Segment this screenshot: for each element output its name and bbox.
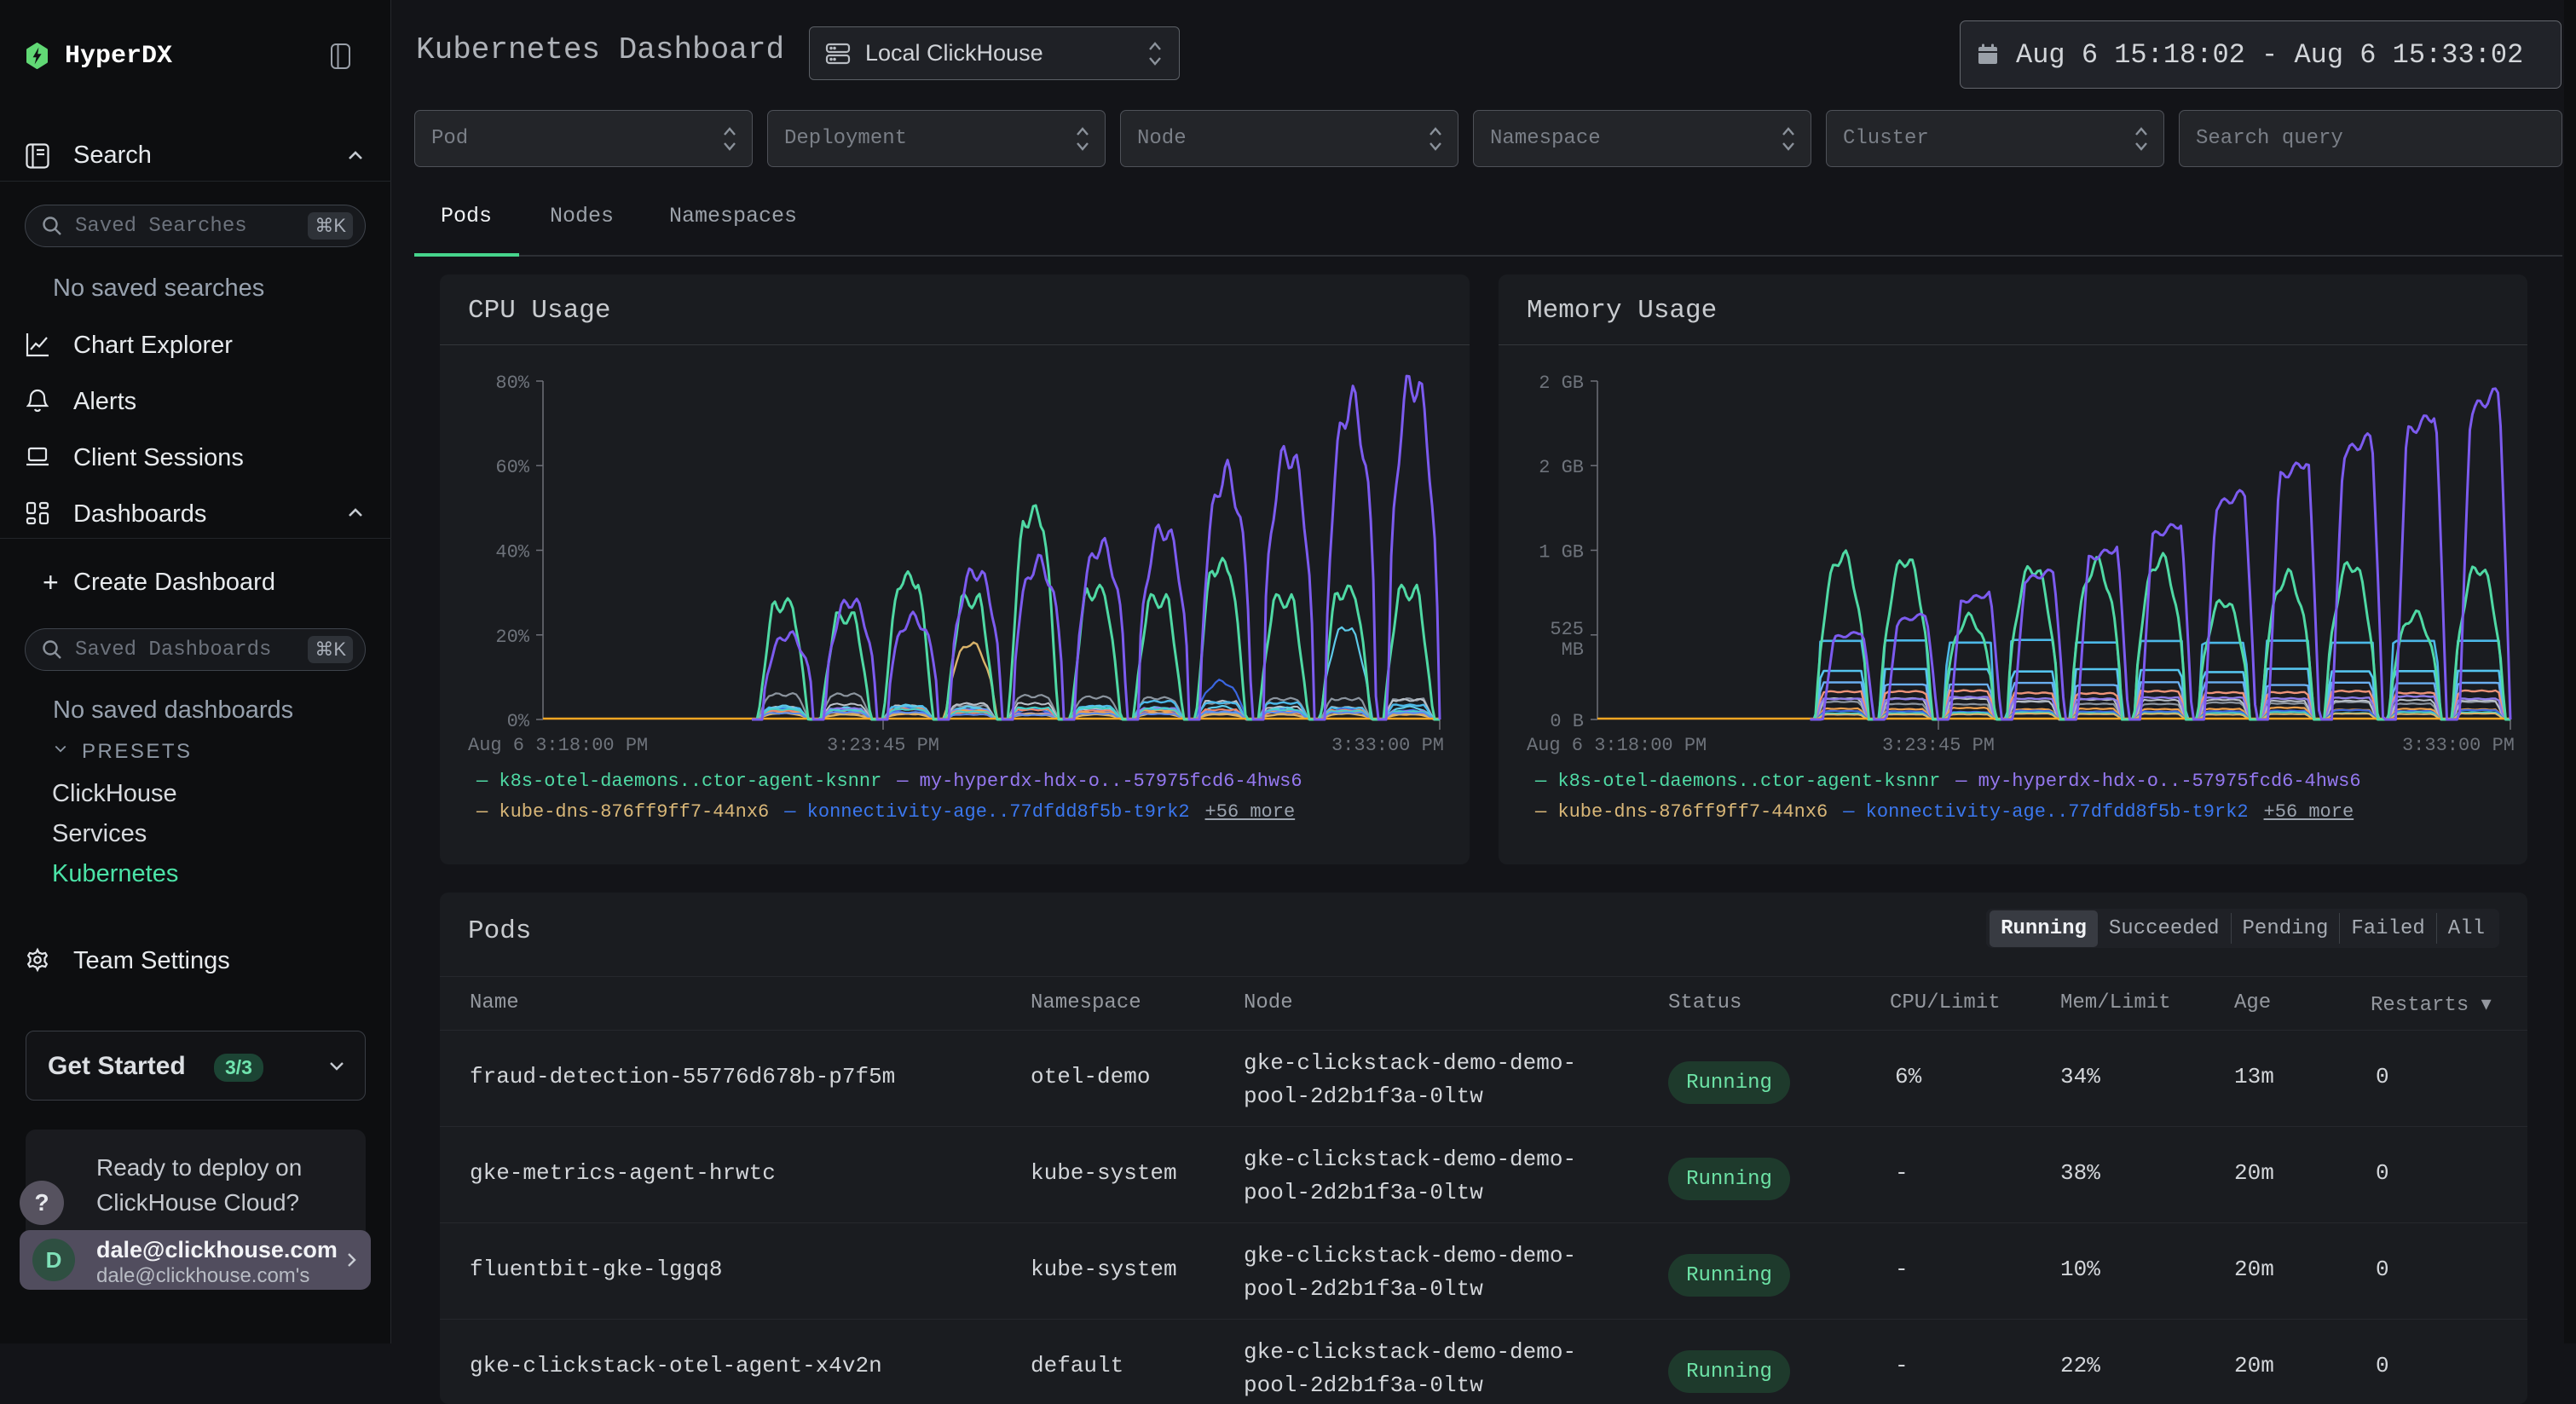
svg-text:525MB: 525MB — [1550, 619, 1584, 661]
svg-text:3:33:00 PM: 3:33:00 PM — [2402, 735, 2515, 756]
svg-text:20%: 20% — [495, 627, 529, 648]
svg-text:0%: 0% — [507, 711, 530, 732]
svg-text:3:23:45 PM: 3:23:45 PM — [827, 735, 939, 756]
svg-text:2 GB: 2 GB — [1539, 373, 1584, 394]
svg-text:2 GB: 2 GB — [1539, 457, 1584, 478]
svg-text:3:33:00 PM: 3:33:00 PM — [1331, 735, 1444, 756]
svg-text:Aug 6 3:18:00 PM: Aug 6 3:18:00 PM — [468, 735, 648, 756]
svg-text:Aug 6 3:18:00 PM: Aug 6 3:18:00 PM — [1527, 735, 1707, 756]
svg-text:0 B: 0 B — [1550, 711, 1584, 732]
svg-text:1 GB: 1 GB — [1539, 542, 1584, 563]
svg-text:40%: 40% — [495, 542, 529, 563]
svg-text:3:23:45 PM: 3:23:45 PM — [1882, 735, 1995, 756]
svg-text:80%: 80% — [495, 373, 529, 394]
svg-text:60%: 60% — [495, 457, 529, 478]
